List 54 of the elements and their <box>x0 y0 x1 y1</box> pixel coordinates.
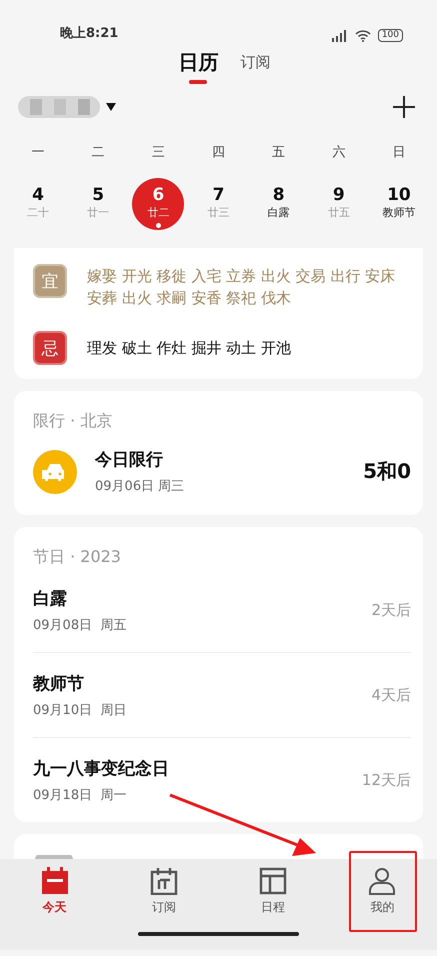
date-cell[interactable]: 5 廿一 <box>72 178 124 230</box>
lunar-date: 廿二 <box>147 205 170 221</box>
day-number: 8 <box>272 185 285 205</box>
status-time: 晚上8:21 <box>60 25 118 42</box>
avoid-badge: 忌 <box>33 331 67 365</box>
festival-label: 教师节 <box>382 205 416 221</box>
date-cell[interactable]: 9 廿五 <box>312 178 365 230</box>
day-number: 7 <box>212 185 224 205</box>
nav-tab[interactable]: 我的 <box>328 859 437 924</box>
day-number: 9 <box>332 185 345 205</box>
date-cell[interactable]: 8 白露 <box>252 178 305 230</box>
restriction-label: 今日限行 <box>95 449 164 471</box>
suitable-activities: 嫁娶 开光 移徙 入宅 立券 出火 交易 出行 安床安葬 出火 求嗣 安香 祭祀 伐木 <box>87 266 396 309</box>
weekday-label: 五 <box>272 144 286 161</box>
card-title: 节日 · 2023 <box>32 546 122 568</box>
weekday-label: 六 <box>332 144 346 161</box>
restricted-numbers: 5和0 <box>363 458 411 485</box>
lunar-date: 廿三 <box>207 205 230 221</box>
lunar-date: 二十 <box>27 205 50 221</box>
date-cell[interactable]: 7 廿三 <box>192 178 244 230</box>
days-until: 12天后 <box>362 770 411 790</box>
weekday-label: 三 <box>152 144 165 161</box>
holiday-date: 09月08日 周五 <box>33 616 128 634</box>
holiday-date: 09月10日 周日 <box>33 702 128 718</box>
lunar-date: 廿一 <box>87 205 110 221</box>
day-number: 6 <box>152 185 164 205</box>
nav-tab[interactable]: 日程 <box>218 859 328 924</box>
suitable-badge: 宜 <box>33 264 67 298</box>
holiday-name: 教师节 <box>33 672 85 694</box>
day-number: 10 <box>387 185 411 205</box>
tab[interactable]: 日历 <box>166 48 218 84</box>
battery-icon: 100 <box>378 29 403 42</box>
holiday-name: 白露 <box>33 588 68 610</box>
weekday-label: 一 <box>32 144 45 161</box>
nav-tab[interactable]: 今天 <box>0 859 110 924</box>
days-until: 2天后 <box>371 600 411 620</box>
weekday-label: 四 <box>212 144 225 161</box>
holiday-date: 09月18日 周一 <box>33 786 128 804</box>
day-number: 5 <box>92 185 104 205</box>
nav-tab[interactable]: 订阅 <box>109 859 218 924</box>
lunar-date: 廿五 <box>328 205 350 221</box>
card-title: 限行 · 北京 <box>32 410 114 432</box>
holiday-name: 九一八事变纪念日 <box>33 758 170 780</box>
date-cell[interactable]: 6 廿二 <box>132 178 184 230</box>
day-number: 4 <box>32 185 44 205</box>
festival-label: 白露 <box>268 205 290 221</box>
tab[interactable]: 订阅 <box>240 52 270 80</box>
weekday-label: 日 <box>392 144 406 161</box>
restriction-date: 09月06日 周三 <box>95 478 186 495</box>
date-cell[interactable]: 10 教师节 <box>372 178 425 230</box>
days-until: 4天后 <box>371 686 411 704</box>
weekday-label: 二 <box>92 144 105 161</box>
date-cell[interactable]: 4 二十 <box>12 178 64 230</box>
avoid-activities: 理发 破土 作灶 掘井 动土 开池 <box>87 338 291 359</box>
